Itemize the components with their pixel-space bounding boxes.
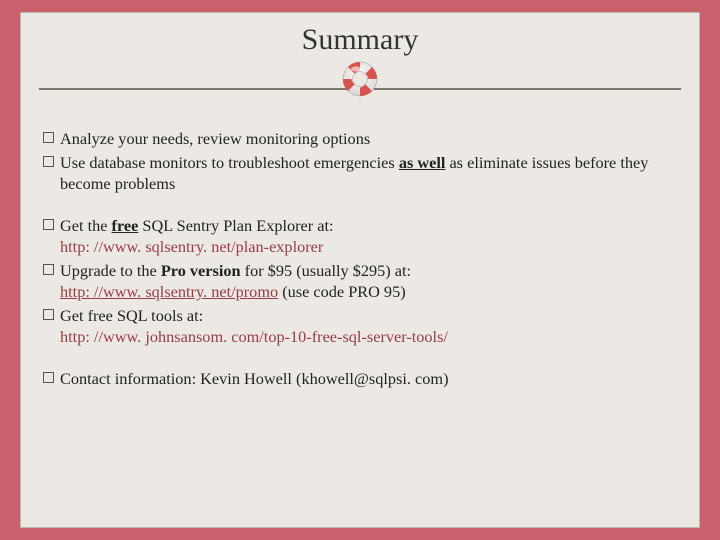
checkbox-icon [43, 132, 54, 143]
bullet-item: Get the free SQL Sentry Plan Explorer at… [43, 215, 677, 258]
slide-inner: Summary Analyze your needs, revie [20, 12, 700, 528]
title-area: Summary [21, 13, 699, 57]
bullet-group: Analyze your needs, review monitoring op… [43, 128, 677, 195]
bullet-text: Upgrade to the Pro version for $95 (usua… [60, 260, 677, 303]
bullet-item: Upgrade to the Pro version for $95 (usua… [43, 260, 677, 303]
checkbox-icon [43, 156, 54, 167]
content: Analyze your needs, review monitoring op… [21, 128, 699, 389]
bullet-text: Use database monitors to troubleshoot em… [60, 152, 677, 195]
lifebuoy-icon [340, 59, 380, 99]
slide: Summary Analyze your needs, revie [0, 0, 720, 540]
checkbox-icon [43, 219, 54, 230]
checkbox-icon [43, 264, 54, 275]
lifebuoy-icon-wrap [21, 59, 699, 104]
bullet-text: Contact information: Kevin Howell (khowe… [60, 368, 677, 390]
bullet-text: Get the free SQL Sentry Plan Explorer at… [60, 215, 677, 258]
bullet-group: Get the free SQL Sentry Plan Explorer at… [43, 215, 677, 348]
slide-title: Summary [21, 23, 699, 57]
bullet-item: Get free SQL tools at: http: //www. john… [43, 305, 677, 348]
bullet-item: Analyze your needs, review monitoring op… [43, 128, 677, 150]
checkbox-icon [43, 372, 54, 383]
bullet-item: Use database monitors to troubleshoot em… [43, 152, 677, 195]
bullet-text: Analyze your needs, review monitoring op… [60, 128, 677, 150]
checkbox-icon [43, 309, 54, 320]
bullet-item: Contact information: Kevin Howell (khowe… [43, 368, 677, 390]
bullet-group: Contact information: Kevin Howell (khowe… [43, 368, 677, 390]
bullet-text: Get free SQL tools at: http: //www. john… [60, 305, 677, 348]
